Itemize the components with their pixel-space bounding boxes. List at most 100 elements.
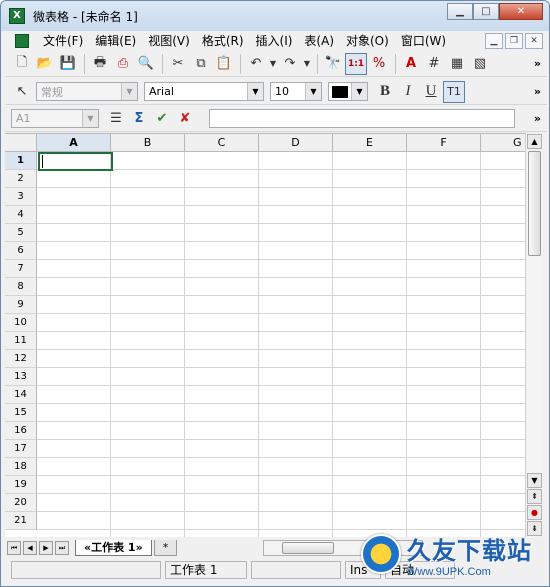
menu-view[interactable]: 视图(V) xyxy=(142,31,196,51)
style-select[interactable]: 常规 ▼ xyxy=(36,82,138,101)
prev-sheet-icon[interactable]: ◀ xyxy=(23,541,37,555)
menu-format[interactable]: 格式(R) xyxy=(196,31,250,51)
cell-reference-box[interactable]: A1 ▼ xyxy=(11,109,99,128)
column-header[interactable]: F xyxy=(407,134,481,152)
text-format-icon[interactable]: T1 xyxy=(443,80,465,103)
add-sheet-tab[interactable]: * xyxy=(153,540,178,556)
undo-icon[interactable]: ↶ xyxy=(245,53,267,75)
scroll-up-icon[interactable]: ▲ xyxy=(527,134,542,149)
minimize-button[interactable]: ▁ xyxy=(447,3,473,20)
column-header[interactable]: D xyxy=(259,134,333,152)
row-header[interactable]: 2 xyxy=(5,170,37,188)
scroll-down-icon[interactable]: ▼ xyxy=(527,473,542,488)
doc-minimize-button[interactable]: ▁ xyxy=(485,33,503,49)
italic-icon[interactable]: I xyxy=(397,81,419,103)
cell-grid[interactable] xyxy=(37,152,525,537)
column-header[interactable]: G xyxy=(481,134,525,152)
cancel-icon[interactable]: ✘ xyxy=(174,108,196,130)
document-icon[interactable] xyxy=(15,34,29,48)
formula-input[interactable] xyxy=(209,109,515,128)
row-header[interactable]: 8 xyxy=(5,278,37,296)
select-all-corner[interactable] xyxy=(5,134,37,152)
toolbar-overflow-icon[interactable]: » xyxy=(534,85,541,98)
active-cell[interactable] xyxy=(38,152,113,171)
vertical-scrollbar[interactable]: ▲ ▼ ⇞ ● ⇟ xyxy=(525,133,543,537)
row-header[interactable]: 20 xyxy=(5,494,37,512)
find-icon[interactable]: 🔭 xyxy=(322,53,344,75)
browse-object-icon[interactable]: ● xyxy=(527,505,542,520)
color-select[interactable]: ▼ xyxy=(328,82,368,101)
row-header[interactable]: 15 xyxy=(5,404,37,422)
row-header[interactable]: 21 xyxy=(5,512,37,530)
last-sheet-icon[interactable]: ⏭ xyxy=(55,541,69,555)
accept-icon[interactable]: ✔ xyxy=(151,108,173,130)
menu-file[interactable]: 文件(F) xyxy=(37,31,89,51)
pointer-icon[interactable]: ↖ xyxy=(11,81,33,103)
column-header[interactable]: A xyxy=(37,134,111,152)
row-header[interactable]: 17 xyxy=(5,440,37,458)
close-button[interactable]: ✕ xyxy=(499,3,543,20)
row-header[interactable]: 9 xyxy=(5,296,37,314)
redo-dropdown-icon[interactable]: ▼ xyxy=(302,53,312,75)
menu-table[interactable]: 表(A) xyxy=(298,31,340,51)
menu-insert[interactable]: 插入(I) xyxy=(250,31,299,51)
paste-icon[interactable]: 📋 xyxy=(213,53,235,75)
doc-close-button[interactable]: ✕ xyxy=(525,33,543,49)
background-icon[interactable]: ▧ xyxy=(469,53,491,75)
font-size-select[interactable]: 10 ▼ xyxy=(270,82,322,101)
chevron-down-icon: ▼ xyxy=(121,83,137,100)
sum-icon[interactable]: Σ xyxy=(128,108,150,130)
font-select[interactable]: Arial ▼ xyxy=(144,82,264,101)
next-sheet-icon[interactable]: ▶ xyxy=(39,541,53,555)
undo-dropdown-icon[interactable]: ▼ xyxy=(268,53,278,75)
copy-icon[interactable]: ⧉ xyxy=(190,53,212,75)
row-header[interactable]: 10 xyxy=(5,314,37,332)
redo-icon[interactable]: ↷ xyxy=(279,53,301,75)
row-header[interactable]: 5 xyxy=(5,224,37,242)
row-header[interactable]: 19 xyxy=(5,476,37,494)
menu-window[interactable]: 窗口(W) xyxy=(395,31,452,51)
print-icon[interactable]: 🖶 xyxy=(89,53,111,75)
export-pdf-icon[interactable]: ⎙ xyxy=(112,53,134,75)
row-header[interactable]: 12 xyxy=(5,350,37,368)
row-header[interactable]: 16 xyxy=(5,422,37,440)
page-up-icon[interactable]: ⇞ xyxy=(527,489,542,504)
watermark-text-block: 久友下载站 Www.9UPK.Com xyxy=(407,531,532,578)
column-header[interactable]: E xyxy=(333,134,407,152)
doc-restore-button[interactable]: ❐ xyxy=(505,33,523,49)
column-header[interactable]: B xyxy=(111,134,185,152)
open-folder-icon[interactable]: 📂 xyxy=(34,53,56,75)
sheet-tab-active[interactable]: «工作表 1» xyxy=(75,540,152,556)
row-header[interactable]: 18 xyxy=(5,458,37,476)
underline-icon[interactable]: U xyxy=(420,81,442,103)
text-color-icon[interactable]: A xyxy=(400,53,422,75)
toolbar-overflow-icon[interactable]: » xyxy=(534,112,541,125)
percent-icon[interactable]: % xyxy=(368,53,390,75)
row-header[interactable]: 6 xyxy=(5,242,37,260)
save-icon[interactable]: 💾 xyxy=(57,53,79,75)
row-header[interactable]: 3 xyxy=(5,188,37,206)
toolbar-overflow-icon[interactable]: » xyxy=(534,57,541,70)
function-list-icon[interactable]: ☰ xyxy=(105,108,127,130)
print-preview-icon[interactable]: 🔍 xyxy=(135,53,157,75)
horizontal-scroll-thumb[interactable] xyxy=(282,542,334,554)
borders-icon[interactable]: ▦ xyxy=(446,53,468,75)
row-header[interactable]: 7 xyxy=(5,260,37,278)
first-sheet-icon[interactable]: ⏮ xyxy=(7,541,21,555)
row-header[interactable]: 4 xyxy=(5,206,37,224)
menu-object[interactable]: 对象(O) xyxy=(340,31,395,51)
scroll-thumb[interactable] xyxy=(528,151,541,256)
spreadsheet-grid[interactable]: A B C D E F G 1 2 3 4 5 6 7 8 9 10 11 12… xyxy=(5,133,525,537)
row-header[interactable]: 14 xyxy=(5,386,37,404)
menu-edit[interactable]: 编辑(E) xyxy=(89,31,142,51)
maximize-button[interactable]: □ xyxy=(473,3,499,20)
row-header[interactable]: 11 xyxy=(5,332,37,350)
new-file-icon[interactable]: 🗋 xyxy=(11,53,33,75)
row-header[interactable]: 13 xyxy=(5,368,37,386)
gridlines-icon[interactable]: # xyxy=(423,53,445,75)
row-header[interactable]: 1 xyxy=(5,152,37,170)
zoom-100-icon[interactable]: 1:1 xyxy=(345,52,367,75)
cut-icon[interactable]: ✂ xyxy=(167,53,189,75)
bold-icon[interactable]: B xyxy=(374,81,396,103)
column-header[interactable]: C xyxy=(185,134,259,152)
